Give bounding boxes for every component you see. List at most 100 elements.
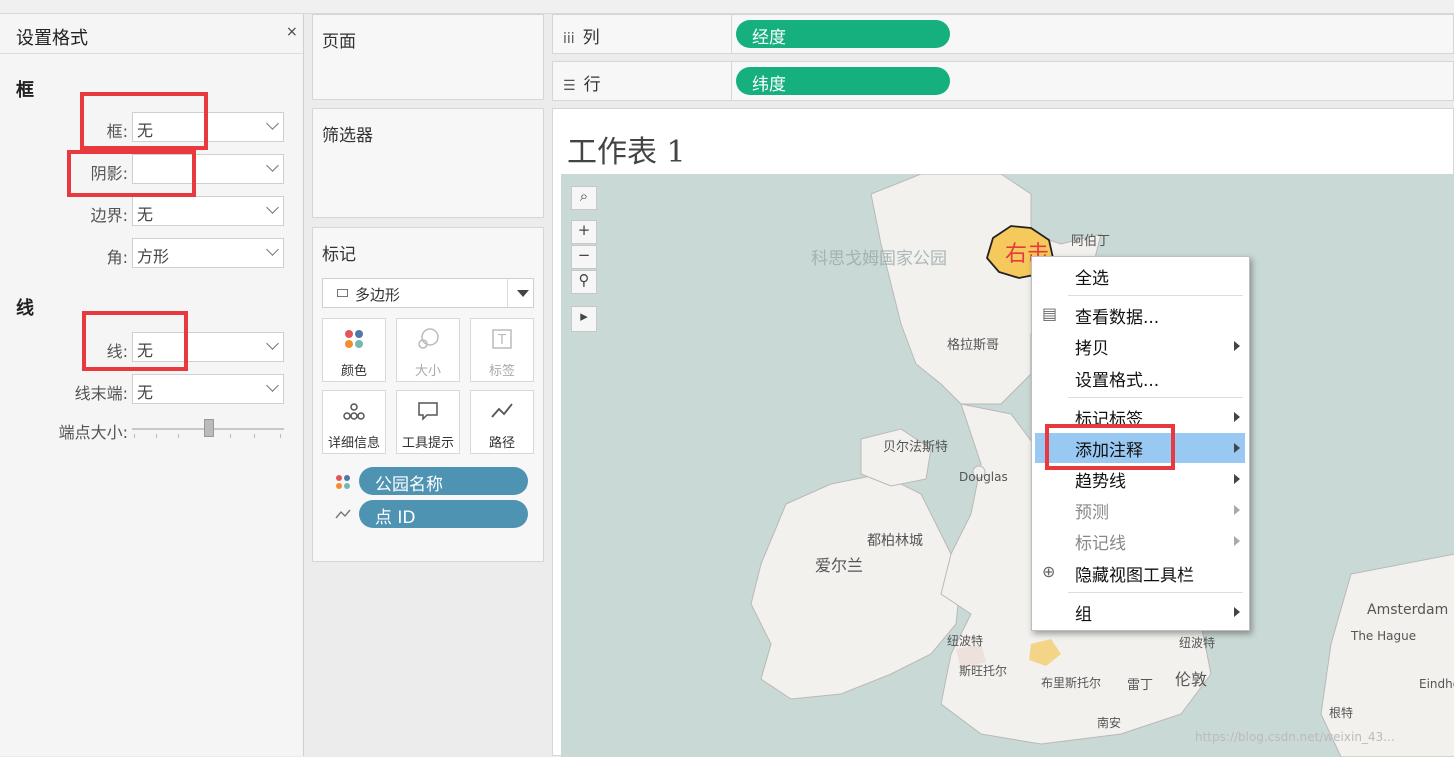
color-dots-icon <box>335 474 351 494</box>
expand-toolbar-button[interactable]: ▸ <box>571 306 597 332</box>
submenu-arrow-icon <box>1234 607 1240 617</box>
ireland-landmass <box>750 473 962 700</box>
chevron-down-icon <box>266 337 279 350</box>
menu-item-select-all[interactable]: 全选 <box>1032 261 1249 291</box>
menu-item-group[interactable]: 组 <box>1032 597 1249 627</box>
divider <box>731 62 732 100</box>
marks-tooltip-label: 工具提示 <box>401 436 454 451</box>
zoom-out-button[interactable]: − <box>571 245 597 269</box>
filters-card[interactable]: 筛选器 <box>312 108 544 218</box>
rows-shelf[interactable]: ☰ 行 纬度 <box>552 61 1454 101</box>
rows-pill-latitude[interactable]: 纬度 <box>736 67 950 95</box>
menu-item-reference-lines[interactable]: 标记线 <box>1032 526 1249 556</box>
marks-size-label: 大小 <box>414 364 441 379</box>
slider-tick <box>254 434 255 438</box>
map-label-ghent: 根特 <box>1329 706 1354 720</box>
netherlands-landmass <box>1320 553 1454 757</box>
svg-text:T: T <box>497 333 506 348</box>
triangle-right-icon: ▸ <box>580 307 588 325</box>
filters-card-title: 筛选器 <box>322 126 373 146</box>
menu-item-forecast[interactable]: 预测 <box>1032 495 1249 525</box>
zoom-icon: ⊕ <box>1042 562 1056 581</box>
menu-item-hide-view-toolbar[interactable]: ⊕ 隐藏视图工具栏 <box>1032 558 1249 588</box>
menu-separator <box>1068 397 1243 398</box>
mark-type-value: 多边形 <box>355 286 401 304</box>
marks-card-title: 标记 <box>322 245 356 265</box>
menu-separator <box>1068 592 1243 593</box>
chevron-down-icon <box>266 243 279 256</box>
path-icon <box>471 399 533 423</box>
marks-label-button[interactable]: T 标签 <box>470 318 534 382</box>
field-pill-point-id[interactable]: 点 ID <box>359 500 528 528</box>
chevron-down-icon <box>266 117 279 130</box>
menu-item-copy[interactable]: 拷贝 <box>1032 331 1249 361</box>
polygon-icon <box>337 289 348 297</box>
chevron-down-icon <box>266 201 279 214</box>
chevron-down-icon <box>266 379 279 392</box>
rows-icon: ☰ <box>563 78 576 94</box>
map-label-london: 伦敦 <box>1175 670 1208 689</box>
marks-tooltip-button[interactable]: 工具提示 <box>396 390 460 454</box>
corner-value: 方形 <box>137 247 170 266</box>
line-end-dropdown[interactable]: 无 <box>132 374 284 404</box>
annotation-box-shadow <box>67 150 196 197</box>
mark-type-dropdown[interactable]: 多边形 <box>322 278 534 308</box>
detail-icon <box>323 399 385 423</box>
path-line-icon <box>335 506 351 526</box>
map-label-douglas: Douglas <box>959 470 1008 484</box>
map-label-bristol: 布里斯托尔 <box>1041 676 1102 690</box>
worksheet-view: 工作表 1 ⌕ + − ⚲ ▸ 科思戈姆国家公园 右击 阿伯丁 格拉斯哥 贝尔法… <box>552 108 1454 757</box>
marks-path-button[interactable]: 路径 <box>470 390 534 454</box>
close-icon[interactable]: × <box>286 24 298 40</box>
columns-shelf[interactable]: iii 列 经度 <box>552 14 1454 54</box>
map-label-dublin: 都柏林城 <box>867 533 923 549</box>
map-label-park-name: 科思戈姆国家公园 <box>811 249 947 269</box>
edge-label: 边界: <box>90 206 128 225</box>
zoom-in-button[interactable]: + <box>571 220 597 244</box>
map-label-amsterdam: Amsterdam <box>1367 602 1449 618</box>
color-icon <box>323 327 385 351</box>
map-label-reading: 雷丁 <box>1127 678 1154 693</box>
submenu-arrow-icon <box>1234 341 1240 351</box>
marks-color-button[interactable]: 颜色 <box>322 318 386 382</box>
field-pill-park-name[interactable]: 公园名称 <box>359 467 528 495</box>
menu-item-format[interactable]: 设置格式... <box>1032 363 1249 393</box>
marks-size-button[interactable]: 大小 <box>396 318 460 382</box>
marks-detail-button[interactable]: 详细信息 <box>322 390 386 454</box>
worksheet-title[interactable]: 工作表 1 <box>567 127 686 171</box>
pin-map-button[interactable]: ⚲ <box>571 270 597 294</box>
submenu-arrow-icon <box>1234 536 1240 546</box>
edge-dropdown[interactable]: 无 <box>132 196 284 226</box>
menu-separator <box>1068 295 1243 296</box>
label-icon: T <box>471 327 533 351</box>
menu-item-view-data[interactable]: ▤ 查看数据... <box>1032 300 1249 330</box>
corner-dropdown[interactable]: 方形 <box>132 238 284 268</box>
chevron-down-icon <box>266 159 279 172</box>
columns-pill-longitude[interactable]: 经度 <box>736 20 950 48</box>
map-view[interactable]: ⌕ + − ⚲ ▸ 科思戈姆国家公园 右击 阿伯丁 格拉斯哥 贝尔法斯特 Dou… <box>561 174 1454 757</box>
slider-tick <box>178 434 179 438</box>
endpoint-size-label: 端点大小: <box>58 423 128 442</box>
plus-icon: + <box>577 221 591 239</box>
divider <box>731 15 732 53</box>
columns-shelf-label: iii 列 <box>563 28 600 48</box>
marks-card: 标记 多边形 颜色 大小 T 标签 详细信息 工具提示 路径 公园名称 点 ID <box>312 227 544 562</box>
line-end-label: 线末端: <box>74 384 128 403</box>
map-label-aberdeen: 阿伯丁 <box>1071 234 1111 249</box>
marks-path-label: 路径 <box>488 436 515 451</box>
format-pane-title: 设置格式 <box>16 28 88 49</box>
map-label-swindon: 斯旺托尔 <box>959 664 1008 678</box>
slider-tick <box>156 434 157 438</box>
endpoint-size-slider-handle[interactable] <box>204 419 214 437</box>
search-map-button[interactable]: ⌕ <box>571 186 597 210</box>
border-section-heading: 框 <box>16 80 34 101</box>
slider-tick <box>230 434 231 438</box>
pages-card[interactable]: 页面 <box>312 14 544 100</box>
pin-icon: ⚲ <box>578 271 590 289</box>
watermark-url: https://blog.csdn.net/weixin_43... <box>1195 730 1395 744</box>
divider <box>0 53 303 54</box>
marks-color-label: 颜色 <box>340 364 367 379</box>
submenu-arrow-icon <box>1234 505 1240 515</box>
pages-card-title: 页面 <box>322 32 356 52</box>
submenu-arrow-icon <box>1234 412 1240 422</box>
